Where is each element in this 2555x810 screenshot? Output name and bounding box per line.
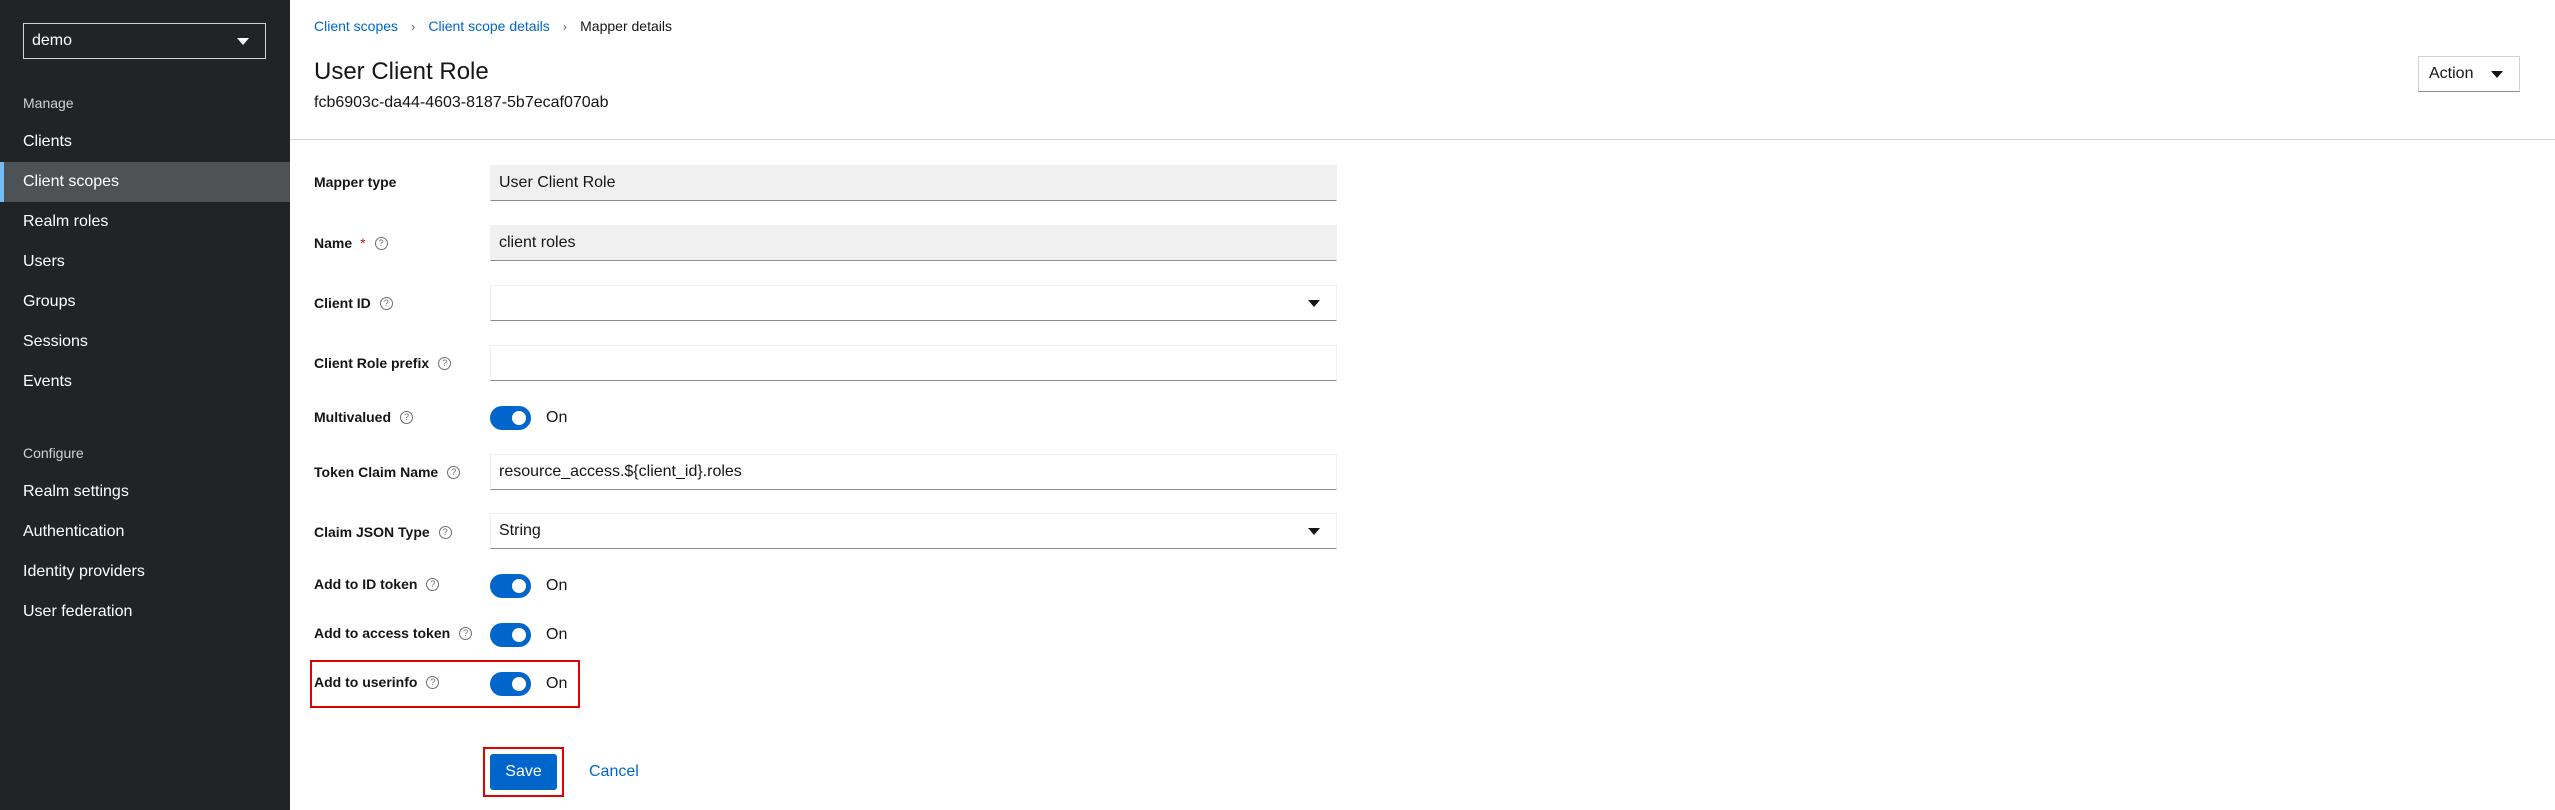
multivalued-label-text: Multivalued: [314, 409, 392, 425]
page-subtitle: fcb6903c-da44-4603-8187-5b7ecaf070ab: [314, 94, 609, 111]
sidebar-item-identity-providers[interactable]: Identity providers: [0, 552, 290, 592]
nav-section-manage: Manage: [23, 95, 74, 111]
add-to-id-token-label: Add to ID token ?: [314, 576, 440, 592]
sidebar-item-clients[interactable]: Clients: [0, 122, 290, 162]
add-to-access-token-label-text: Add to access token: [314, 625, 451, 641]
client-id-label-text: Client ID: [314, 295, 371, 311]
help-icon[interactable]: ?: [374, 236, 388, 250]
sidebar-item-authentication[interactable]: Authentication: [0, 512, 290, 552]
add-to-id-token-label-text: Add to ID token: [314, 576, 418, 592]
sidebar-item-sessions[interactable]: Sessions: [0, 322, 290, 362]
add-to-userinfo-label-text: Add to userinfo: [314, 674, 418, 690]
header-divider: [290, 139, 2555, 140]
client-role-prefix-label: Client Role prefix ?: [314, 355, 452, 371]
client-id-select[interactable]: [490, 285, 1337, 321]
caret-down-icon: [1308, 300, 1320, 307]
multivalued-state: On: [546, 409, 568, 426]
multivalued-label: Multivalued ?: [314, 409, 414, 425]
breadcrumb: Client scopes › Client scope details › M…: [314, 18, 672, 34]
client-role-prefix-label-text: Client Role prefix: [314, 355, 430, 371]
sidebar: demo Manage Clients Client scopes Realm …: [0, 0, 290, 810]
help-icon[interactable]: ?: [379, 296, 393, 310]
nav-section-configure: Configure: [23, 445, 84, 461]
chevron-right-icon: ›: [562, 18, 568, 34]
add-to-access-token-label: Add to access token ?: [314, 625, 473, 641]
action-dropdown-label: Action: [2429, 65, 2474, 82]
action-dropdown[interactable]: Action: [2418, 56, 2520, 92]
breadcrumb-client-scopes[interactable]: Client scopes: [314, 18, 398, 34]
toggle-knob: [512, 628, 526, 642]
token-claim-name-label-text: Token Claim Name: [314, 464, 439, 480]
toggle-knob: [512, 677, 526, 691]
caret-down-icon: [1308, 528, 1320, 535]
cancel-button[interactable]: Cancel: [589, 754, 639, 790]
add-to-id-token-toggle[interactable]: [490, 574, 531, 598]
realm-selector-value: demo: [32, 32, 73, 49]
sidebar-item-groups[interactable]: Groups: [0, 282, 290, 322]
multivalued-toggle[interactable]: [490, 406, 531, 430]
save-button[interactable]: Save: [490, 754, 557, 790]
name-label-text: Name: [314, 235, 353, 251]
add-to-userinfo-state: On: [546, 675, 568, 692]
sidebar-item-realm-settings[interactable]: Realm settings: [0, 472, 290, 512]
client-id-label: Client ID ?: [314, 295, 393, 311]
mapper-type-label: Mapper type: [314, 174, 396, 190]
help-icon[interactable]: ?: [400, 410, 414, 424]
add-to-access-token-state: On: [546, 626, 568, 643]
claim-json-type-select[interactable]: String: [490, 513, 1337, 549]
claim-json-type-select-value: String: [499, 522, 541, 539]
caret-down-icon: [2491, 71, 2503, 78]
caret-down-icon: [237, 38, 249, 45]
required-marker: *: [360, 235, 366, 251]
sidebar-item-events[interactable]: Events: [0, 362, 290, 402]
add-to-userinfo-toggle[interactable]: [490, 672, 531, 696]
claim-json-type-label-text: Claim JSON Type: [314, 524, 430, 540]
add-to-access-token-toggle[interactable]: [490, 623, 531, 647]
toggle-knob: [512, 411, 526, 425]
breadcrumb-current: Mapper details: [580, 18, 672, 34]
help-icon[interactable]: ?: [447, 465, 461, 479]
main-content: Client scopes › Client scope details › M…: [290, 0, 2555, 810]
name-label: Name * ?: [314, 235, 388, 251]
client-role-prefix-input[interactable]: [490, 345, 1337, 381]
help-icon[interactable]: ?: [426, 577, 440, 591]
breadcrumb-client-scope-details[interactable]: Client scope details: [428, 18, 549, 34]
help-icon[interactable]: ?: [426, 675, 440, 689]
token-claim-name-label: Token Claim Name ?: [314, 464, 461, 480]
sidebar-item-client-scopes[interactable]: Client scopes: [0, 162, 290, 202]
realm-selector[interactable]: demo: [23, 23, 266, 59]
page-title: User Client Role: [314, 58, 489, 85]
name-field: client roles: [490, 225, 1337, 261]
chevron-right-icon: ›: [411, 18, 416, 34]
help-icon[interactable]: ?: [459, 626, 473, 640]
add-to-userinfo-label: Add to userinfo ?: [314, 674, 440, 690]
sidebar-item-user-federation[interactable]: User federation: [0, 592, 290, 632]
sidebar-item-users[interactable]: Users: [0, 242, 290, 282]
claim-json-type-label: Claim JSON Type ?: [314, 524, 452, 540]
mapper-type-label-text: Mapper type: [314, 174, 397, 190]
token-claim-name-input[interactable]: resource_access.${client_id}.roles: [490, 454, 1337, 490]
sidebar-item-realm-roles[interactable]: Realm roles: [0, 202, 290, 242]
toggle-knob: [512, 579, 526, 593]
help-icon[interactable]: ?: [438, 356, 452, 370]
help-icon[interactable]: ?: [438, 525, 452, 539]
add-to-id-token-state: On: [546, 577, 568, 594]
mapper-type-field: User Client Role: [490, 165, 1337, 201]
